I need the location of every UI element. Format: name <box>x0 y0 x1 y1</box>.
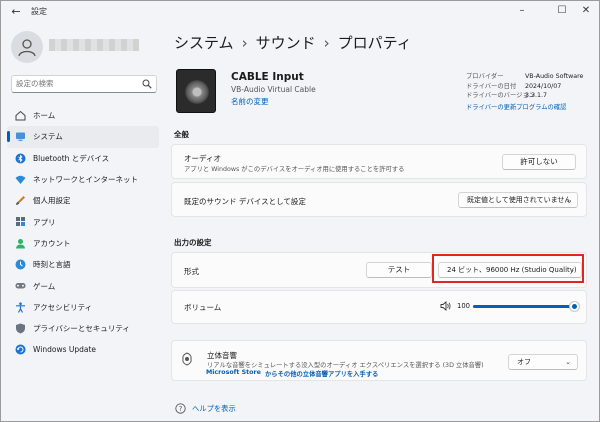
sidebar-item-gaming[interactable]: ゲーム <box>7 275 159 296</box>
avatar[interactable] <box>11 31 43 63</box>
search-input[interactable] <box>16 79 136 88</box>
microsoft-store-link[interactable]: Microsoft Store <box>206 369 261 376</box>
bluetooth-icon <box>15 153 26 164</box>
default-device-value: 既定値として使用されていません <box>467 196 572 204</box>
store-link-rest[interactable]: からその他の立体音響アプリを入手する <box>265 369 378 378</box>
system-icon <box>16 132 25 142</box>
driver-version-value: 3.3.1.7 <box>525 92 548 99</box>
sidebar-item-account[interactable]: アカウント <box>7 233 159 254</box>
driver-update-link[interactable]: ドライバーの更新プログラムの確認 <box>466 102 566 111</box>
rename-link[interactable]: 名前の変更 <box>231 96 269 107</box>
default-device-card: 既定のサウンド デバイスとして設定 既定値として使用されていません ⌄ <box>171 182 587 217</box>
default-device-dropdown[interactable]: 既定値として使用されていません ⌄ <box>458 192 578 208</box>
test-button[interactable]: テスト <box>366 262 432 278</box>
audio-title: オーディオ <box>184 154 221 163</box>
breadcrumb-system[interactable]: システム <box>174 34 234 52</box>
spatial-sound-icon <box>182 352 192 366</box>
output-section-title: 出力の設定 <box>174 238 212 247</box>
sidebar-item-time-language[interactable]: 時刻と言語 <box>7 254 159 275</box>
personalization-icon <box>16 196 25 206</box>
sidebar-item-label: プライバシーとセキュリティ <box>33 324 130 334</box>
device-subtitle: VB-Audio Virtual Cable <box>231 85 316 94</box>
settings-window: ← 設定 – ☐ ✕ ホーム システム Bluetooth とデバイス <box>0 0 600 422</box>
sidebar-item-home[interactable]: ホーム <box>7 105 159 126</box>
gaming-icon <box>15 283 26 289</box>
app-title: 設定 <box>31 7 47 16</box>
time-language-icon <box>15 259 26 270</box>
volume-title: ボリューム <box>184 303 222 312</box>
minimize-button[interactable]: – <box>507 3 537 19</box>
driver-date-value: 2024/10/07 <box>525 82 562 90</box>
default-device-title: 既定のサウンド デバイスとして設定 <box>184 197 306 206</box>
provider-value: VB-Audio Software <box>525 73 584 80</box>
spatial-value: オフ <box>517 358 531 366</box>
chevron-right-icon: › <box>241 34 248 52</box>
sidebar-item-label: ネットワークとインターネット <box>33 175 138 185</box>
back-button[interactable]: ← <box>9 5 23 19</box>
user-icon <box>18 39 36 57</box>
volume-slider-thumb[interactable] <box>570 302 579 311</box>
help-icon: ? <box>175 403 186 414</box>
sidebar-item-label: ゲーム <box>33 281 56 291</box>
disallow-button[interactable]: 許可しない <box>502 154 576 170</box>
page-title: プロパティ <box>337 34 412 52</box>
device-name: CABLE Input <box>231 71 304 83</box>
sidebar-item-network[interactable]: ネットワークとインターネット <box>7 169 159 190</box>
sidebar-item-privacy[interactable]: プライバシーとセキュリティ <box>7 318 159 339</box>
volume-icon[interactable] <box>440 301 452 311</box>
volume-slider-track[interactable] <box>473 305 575 308</box>
format-title: 形式 <box>184 267 199 276</box>
profile-name-blurred <box>49 39 139 51</box>
spatial-dropdown[interactable]: オフ ⌄ <box>508 354 578 370</box>
driver-info-values: VB-Audio Software 2024/10/07 3.3.1.7 <box>525 72 583 101</box>
search-icon[interactable] <box>142 79 152 89</box>
chevron-down-icon: ⌄ <box>565 196 571 204</box>
sidebar-item-label: システム <box>33 132 63 142</box>
sidebar-item-label: 個人用設定 <box>33 196 71 206</box>
sidebar-item-label: アプリ <box>33 217 56 227</box>
breadcrumb-sound[interactable]: サウンド <box>256 34 316 52</box>
sidebar-item-apps[interactable]: アプリ <box>7 211 159 232</box>
sidebar-nav: ホーム システム Bluetooth とデバイス ネットワークとインターネット … <box>7 105 159 361</box>
chevron-right-icon: › <box>323 34 330 52</box>
volume-value: 100 <box>457 302 470 310</box>
sidebar-item-accessibility[interactable]: アクセシビリティ <box>7 297 159 318</box>
chevron-down-icon: ⌄ <box>565 358 571 366</box>
search-box[interactable] <box>11 75 157 93</box>
shield-icon <box>16 323 25 334</box>
sidebar-item-label: アカウント <box>33 238 71 248</box>
sidebar-item-label: 時刻と言語 <box>33 260 71 270</box>
title-bar: ← 設定 – ☐ ✕ <box>1 1 599 23</box>
close-button[interactable]: ✕ <box>573 3 599 19</box>
windows-update-icon <box>15 344 26 355</box>
account-icon <box>16 238 25 249</box>
sidebar-item-bluetooth[interactable]: Bluetooth とデバイス <box>7 148 159 169</box>
audio-desc: アプリと Windows がこのデバイスをオーディオ用に使用することを許可する <box>184 166 405 173</box>
accessibility-icon <box>16 302 25 313</box>
audio-card: オーディオ アプリと Windows がこのデバイスをオーディオ用に使用すること… <box>171 144 587 179</box>
svg-text:?: ? <box>179 405 183 413</box>
breadcrumb: システム › サウンド › プロパティ <box>174 32 412 53</box>
sidebar-item-label: ホーム <box>33 111 56 121</box>
sidebar-item-label: アクセシビリティ <box>33 302 93 312</box>
network-icon <box>15 175 26 184</box>
sidebar-item-personalization[interactable]: 個人用設定 <box>7 190 159 211</box>
help-link[interactable]: ヘルプを表示 <box>192 404 236 414</box>
sidebar-item-label: Bluetooth とデバイス <box>33 153 110 163</box>
apps-icon <box>16 217 25 227</box>
sidebar-item-system[interactable]: システム <box>7 126 159 148</box>
highlight-annotation <box>432 254 584 283</box>
speaker-icon <box>176 69 216 113</box>
home-icon <box>15 110 26 121</box>
spatial-desc: リアルな音響をシミュレートする没入型のオーディオ エクスペリエンスを選択する (… <box>207 362 484 369</box>
sidebar-item-label: Windows Update <box>33 345 97 355</box>
general-section-title: 全般 <box>174 130 189 139</box>
sidebar-item-windows-update[interactable]: Windows Update <box>7 339 159 360</box>
